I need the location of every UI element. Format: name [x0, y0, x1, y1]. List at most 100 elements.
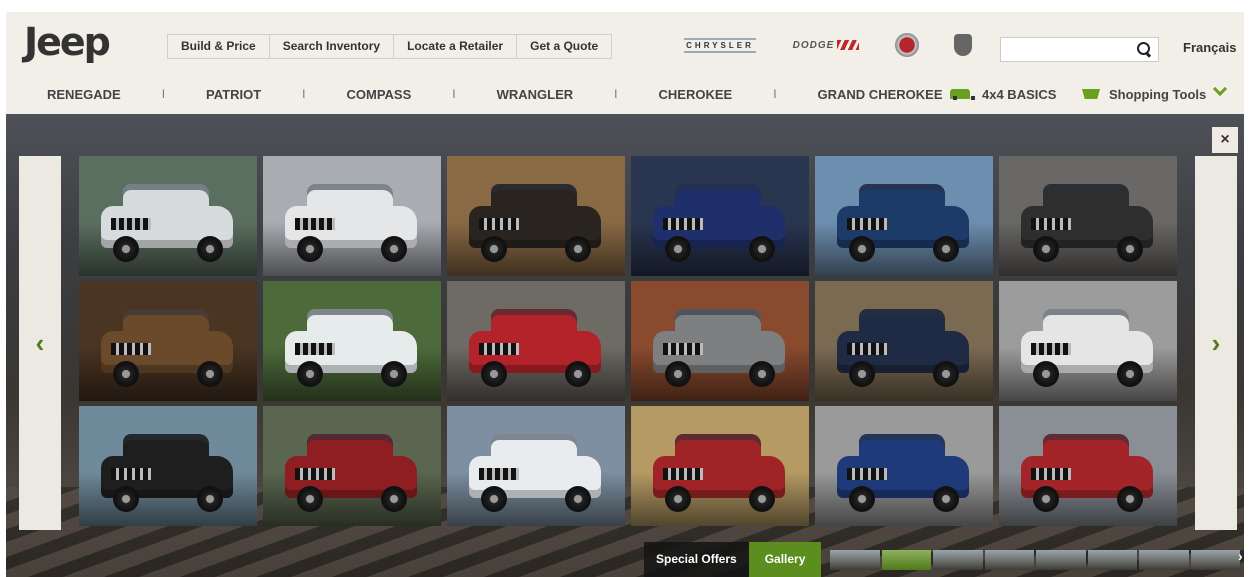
wheel — [113, 486, 139, 512]
wheel — [297, 236, 323, 262]
wheel — [197, 486, 223, 512]
locate-retailer-link[interactable]: Locate a Retailer — [394, 35, 518, 58]
wheel — [849, 361, 875, 387]
model-wrangler-link[interactable]: WRANGLER — [497, 87, 574, 102]
gallery-thumbnail[interactable] — [631, 406, 809, 526]
wheel — [381, 486, 407, 512]
wheel — [297, 361, 323, 387]
search-icon[interactable] — [1137, 42, 1150, 55]
vehicle-icon — [950, 89, 975, 100]
wheel — [113, 361, 139, 387]
jeep-logo[interactable]: Jeep — [24, 20, 111, 64]
4x4-basics-link[interactable]: 4x4 BASICS — [950, 84, 1056, 104]
gallery-thumbnail[interactable] — [263, 406, 441, 526]
gallery-thumbnail[interactable] — [263, 156, 441, 276]
filmstrip-next-icon[interactable]: › — [1238, 548, 1243, 564]
filmstrip-thumbnail[interactable] — [881, 550, 931, 570]
shopping-tools-label: Shopping Tools — [1109, 86, 1207, 102]
wheel — [849, 486, 875, 512]
filmstrip-thumbnail[interactable] — [1036, 550, 1086, 570]
chrysler-logo-text: CHRYSLER — [684, 37, 756, 53]
filmstrip-thumbnail[interactable] — [984, 550, 1034, 570]
build-and-price-link[interactable]: Build & Price — [168, 35, 270, 58]
wheel — [665, 236, 691, 262]
wheel — [1033, 361, 1059, 387]
filmstrip-thumbnail[interactable] — [1139, 550, 1189, 570]
ram-logo-icon — [954, 34, 972, 56]
nav-separator: I — [452, 87, 456, 101]
gallery-thumbnail[interactable] — [447, 281, 625, 401]
wheel — [1033, 486, 1059, 512]
model-patriot-link[interactable]: PATRIOT — [206, 87, 261, 102]
model-grand-cherokee-link[interactable]: GRAND CHEROKEE — [818, 87, 943, 102]
gallery-thumbnail[interactable] — [999, 156, 1177, 276]
search-inventory-link[interactable]: Search Inventory — [270, 35, 395, 58]
gallery-thumbnail[interactable] — [815, 156, 993, 276]
wheel — [297, 486, 323, 512]
gallery-thumbnail[interactable] — [815, 406, 993, 526]
wheel — [1117, 236, 1143, 262]
wheel — [665, 486, 691, 512]
language-toggle-link[interactable]: Français — [1183, 40, 1236, 55]
vehicle-grille — [295, 218, 335, 230]
gallery-thumbnail[interactable] — [631, 281, 809, 401]
vehicle-grille — [295, 343, 335, 355]
gallery-next-button[interactable]: › — [1195, 156, 1237, 530]
model-renegade-link[interactable]: RENEGADE — [47, 87, 121, 102]
nav-separator: I — [161, 87, 166, 101]
wheel — [1117, 361, 1143, 387]
chevron-right-icon: › — [1211, 327, 1221, 358]
filmstrip-thumbnail[interactable] — [1087, 550, 1137, 570]
search-input[interactable] — [1001, 38, 1131, 61]
vehicle-grille — [847, 468, 887, 480]
wheel — [749, 236, 775, 262]
gallery-thumbnail[interactable] — [447, 156, 625, 276]
dodge-logo-link[interactable]: DODGE — [786, 32, 866, 58]
gallery-thumbnail[interactable] — [447, 406, 625, 526]
wheel — [565, 236, 591, 262]
model-nav: RENEGADE I PATRIOT I COMPASS I WRANGLER … — [47, 84, 943, 104]
shopping-tools-link[interactable]: Shopping Tools — [1082, 84, 1206, 104]
vehicle-grille — [1031, 218, 1071, 230]
dodge-stripes-icon — [837, 40, 860, 50]
model-compass-link[interactable]: COMPASS — [347, 87, 412, 102]
gallery-thumbnail[interactable] — [79, 406, 257, 526]
vehicle-grille — [1031, 468, 1071, 480]
close-button[interactable]: × — [1212, 127, 1238, 153]
vehicle-grille — [663, 218, 703, 230]
filmstrip-thumbnail[interactable] — [933, 550, 983, 570]
vehicle-grille — [111, 343, 151, 355]
cart-icon — [1082, 89, 1100, 99]
ram-logo-link[interactable] — [948, 32, 978, 58]
gallery-thumbnail[interactable] — [263, 281, 441, 401]
wheel — [665, 361, 691, 387]
wheel — [933, 236, 959, 262]
wheel — [381, 361, 407, 387]
vehicle-grille — [479, 343, 519, 355]
gallery-tab[interactable]: Gallery — [748, 542, 822, 577]
wheel — [565, 361, 591, 387]
filmstrip-thumbnail[interactable] — [830, 550, 880, 570]
vehicle-grille — [295, 468, 335, 480]
chrysler-logo-link[interactable]: CHRYSLER — [678, 32, 762, 58]
4x4-basics-label: 4x4 BASICS — [982, 86, 1057, 102]
gallery-prev-button[interactable]: ‹ — [19, 156, 61, 530]
gallery-thumbnail[interactable] — [999, 281, 1177, 401]
vehicle-grille — [111, 468, 151, 480]
gallery-thumbnail[interactable] — [631, 156, 809, 276]
gallery-thumbnail[interactable] — [79, 156, 257, 276]
special-offers-tab[interactable]: Special Offers — [644, 542, 749, 577]
get-a-quote-link[interactable]: Get a Quote — [517, 35, 611, 58]
wheel — [1117, 486, 1143, 512]
filmstrip-thumbnail[interactable] — [1190, 550, 1240, 570]
gallery-thumbnail[interactable] — [815, 281, 993, 401]
model-cherokee-link[interactable]: CHEROKEE — [659, 87, 733, 102]
vehicle-grille — [1031, 343, 1071, 355]
vehicle-grille — [847, 343, 887, 355]
wheel — [381, 236, 407, 262]
fiat-logo-link[interactable] — [893, 32, 921, 58]
gallery-thumbnail[interactable] — [79, 281, 257, 401]
gallery-thumbnail[interactable] — [999, 406, 1177, 526]
dodge-logo-text: DODGE — [792, 39, 835, 51]
chevron-down-icon[interactable] — [1213, 84, 1225, 96]
